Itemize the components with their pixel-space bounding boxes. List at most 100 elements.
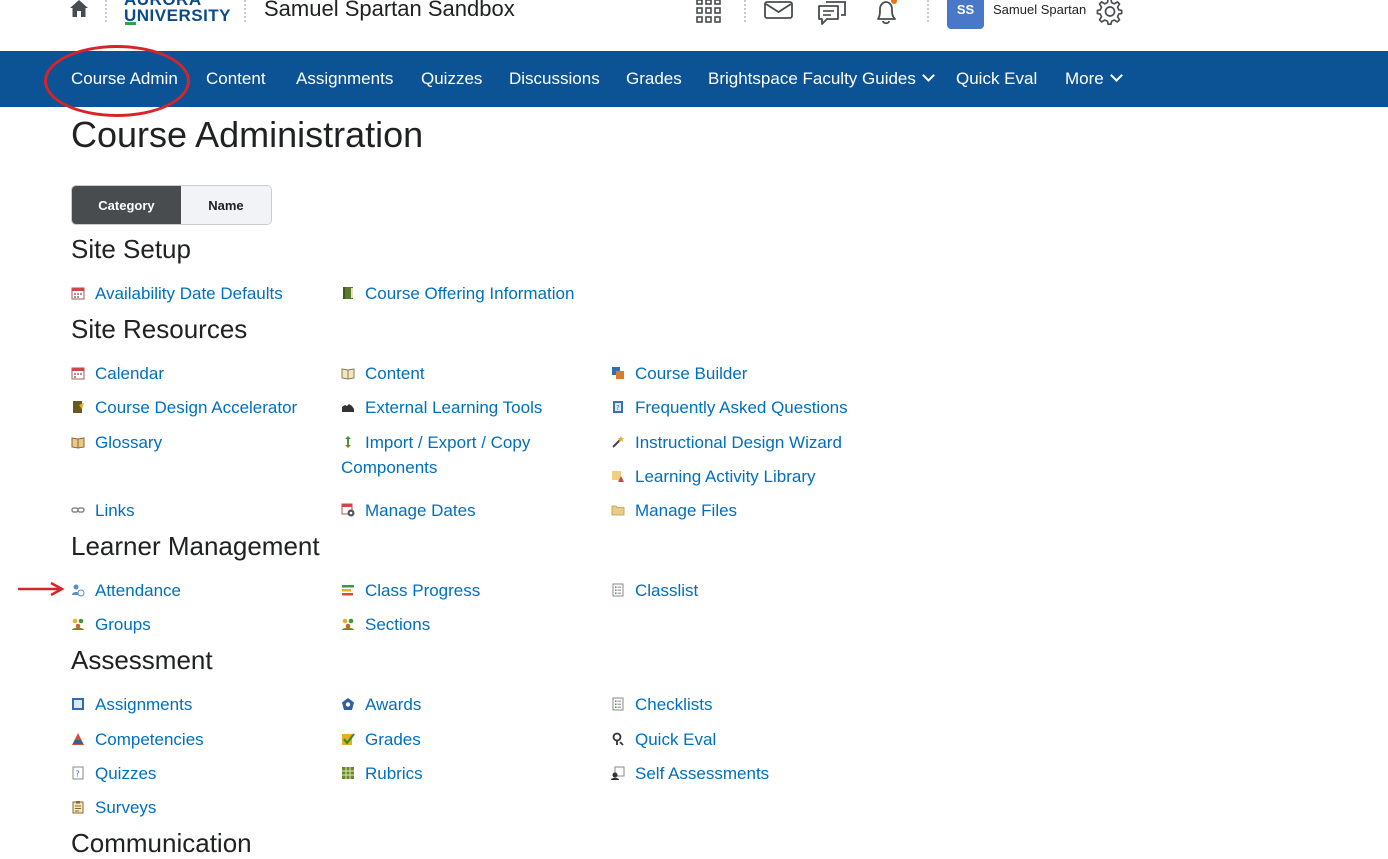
link-course-offering-information[interactable]: Course Offering Information [341, 281, 574, 306]
attendance-icon [72, 584, 85, 597]
waffle-icon[interactable] [696, 0, 722, 24]
link-attendance[interactable]: Attendance [71, 578, 181, 603]
link-frequently-asked-questions[interactable]: ? Frequently Asked Questions [611, 395, 848, 420]
link-links[interactable]: Links [71, 498, 135, 523]
link-course-builder[interactable]: Course Builder [611, 361, 747, 386]
view-toggle: Category Name [71, 185, 272, 225]
wand-icon [612, 436, 624, 448]
nav-label: Brightspace Faculty Guides [708, 69, 916, 88]
gear-icon[interactable] [1096, 0, 1124, 26]
link-quizzes[interactable]: ? Quizzes [71, 761, 156, 786]
nav-more[interactable]: More [1065, 69, 1123, 89]
course-navbar: Course Admin Content Assignments Quizzes… [0, 51, 1388, 107]
chevron-down-icon [922, 69, 935, 82]
link-sections[interactable]: Sections [341, 612, 430, 637]
list-icon [612, 583, 624, 597]
link-quick-eval[interactable]: Quick Eval [611, 727, 716, 752]
university-logo[interactable]: AURORA UNIVERSITY [124, 0, 231, 25]
link-external-learning-tools[interactable]: External Learning Tools [341, 395, 542, 420]
section-communication: Communication [71, 828, 252, 858]
link-assignments[interactable]: Assignments [71, 692, 192, 717]
calendar-icon [71, 287, 85, 300]
nav-content[interactable]: Content [206, 69, 266, 89]
link-import-export-copy-components[interactable]: Import / Export / Copy Components [341, 430, 561, 480]
link-calendar[interactable]: Calendar [71, 361, 164, 386]
calendar-icon [71, 367, 85, 380]
link-availability-date-defaults[interactable]: Availability Date Defaults [71, 281, 283, 306]
competencies-icon [72, 733, 84, 745]
assignment-icon [72, 698, 84, 710]
nav-quizzes[interactable]: Quizzes [421, 69, 482, 89]
section-site-resources: Site Resources [71, 314, 248, 344]
chat-icon[interactable] [817, 0, 847, 26]
nav-brightspace-faculty-guides[interactable]: Brightspace Faculty Guides [708, 69, 935, 89]
nav-course-admin[interactable]: Course Admin [71, 69, 178, 89]
chevron-down-icon [1109, 69, 1123, 82]
user-name[interactable]: Samuel Spartan [993, 2, 1086, 17]
link-grades[interactable]: Grades [341, 727, 421, 752]
toggle-name[interactable]: Name [180, 186, 271, 224]
sections-icon [342, 618, 354, 630]
home-icon[interactable] [69, 0, 89, 18]
header-divider [105, 0, 109, 22]
link-classlist[interactable]: Classlist [611, 578, 698, 603]
grades-icon [342, 733, 355, 745]
link-learning-activity-library[interactable]: Learning Activity Library [611, 464, 815, 489]
self-assessment-icon [611, 766, 625, 780]
section-site-setup: Site Setup [71, 234, 191, 264]
chain-link-icon [71, 507, 85, 513]
link-course-design-accelerator[interactable]: Course Design Accelerator [71, 395, 297, 420]
avatar[interactable]: SS [947, 0, 984, 29]
link-manage-dates[interactable]: Manage Dates [341, 498, 476, 523]
open-book-icon [341, 368, 355, 380]
groups-icon [72, 618, 84, 630]
section-assessment: Assessment [71, 645, 213, 675]
manage-dates-icon [341, 503, 355, 517]
link-manage-files[interactable]: Manage Files [611, 498, 737, 523]
top-header: AURORA UNIVERSITY Samuel Spartan Sandbox… [0, 0, 1388, 51]
link-class-progress[interactable]: Class Progress [341, 578, 480, 603]
award-icon [342, 698, 354, 710]
site-title[interactable]: Samuel Spartan Sandbox [264, 0, 515, 22]
mail-icon[interactable] [764, 0, 793, 20]
link-competencies[interactable]: Competencies [71, 727, 204, 752]
book-icon [343, 287, 353, 299]
library-icon [612, 471, 624, 482]
link-surveys[interactable]: Surveys [71, 795, 156, 820]
header-divider [244, 0, 248, 22]
nav-grades[interactable]: Grades [626, 69, 682, 89]
header-divider [927, 0, 931, 22]
quiz-icon: ? [72, 766, 84, 780]
progress-bars-icon [342, 585, 354, 596]
nav-discussions[interactable]: Discussions [509, 69, 600, 89]
link-content[interactable]: Content [341, 361, 425, 386]
svg-text:?: ? [76, 770, 80, 779]
header-divider [744, 0, 748, 22]
link-awards[interactable]: Awards [341, 692, 421, 717]
link-instructional-design-wizard[interactable]: Instructional Design Wizard [611, 430, 842, 455]
rubric-icon [342, 767, 354, 779]
nav-quick-eval[interactable]: Quick Eval [956, 69, 1037, 89]
faq-icon: ? [613, 401, 623, 413]
link-checklists[interactable]: Checklists [611, 692, 712, 717]
toggle-category[interactable]: Category [72, 186, 181, 224]
quick-eval-icon [612, 732, 624, 746]
checklist-icon [612, 697, 624, 711]
annotation-arrow [18, 582, 65, 596]
link-self-assessments[interactable]: Self Assessments [611, 761, 769, 786]
course-builder-icon [612, 367, 624, 379]
page-title: Course Administration [71, 114, 424, 155]
import-export-icon [345, 436, 351, 448]
nav-assignments[interactable]: Assignments [296, 69, 393, 89]
bell-icon[interactable] [873, 0, 901, 26]
svg-text:?: ? [616, 404, 620, 412]
section-learner-management: Learner Management [71, 531, 320, 561]
folder-icon [611, 505, 625, 516]
link-rubrics[interactable]: Rubrics [341, 761, 423, 786]
link-glossary[interactable]: Glossary [71, 430, 162, 455]
link-groups[interactable]: Groups [71, 612, 151, 637]
accelerator-icon [73, 401, 84, 413]
puzzle-icon [342, 404, 354, 412]
glossary-icon [71, 437, 85, 449]
survey-icon [72, 801, 84, 814]
